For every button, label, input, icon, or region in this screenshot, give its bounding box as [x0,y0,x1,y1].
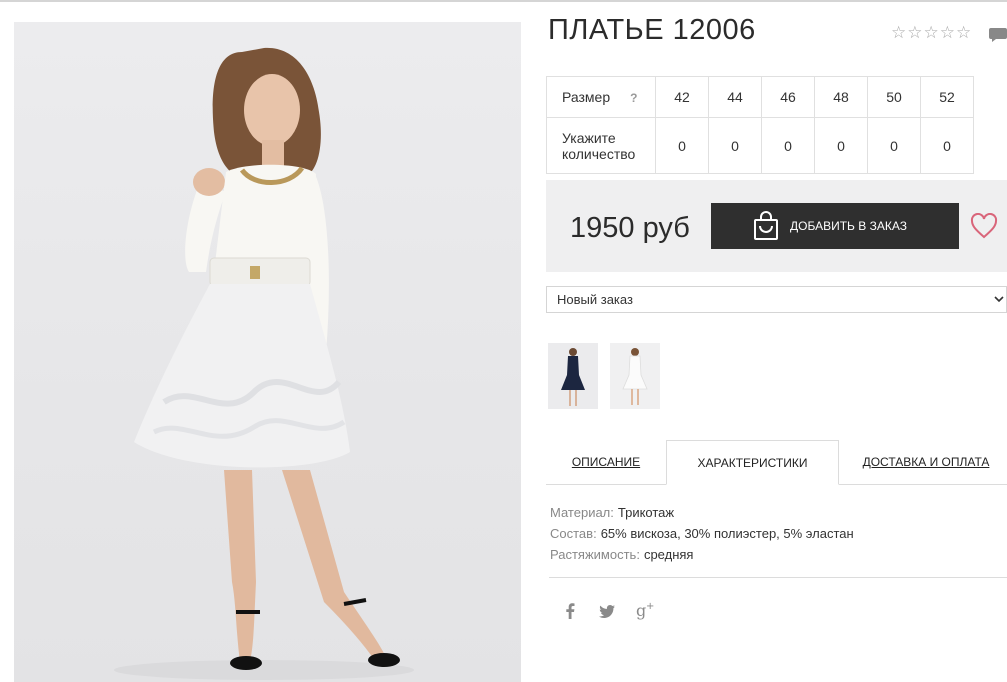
order-select[interactable]: Новый заказ [546,286,1007,313]
quantity-input-44[interactable]: 0 [708,117,762,174]
size-row: Размер? 42 44 46 48 50 52 [546,76,974,118]
product-main-image[interactable] [14,22,521,682]
shopping-bag-icon [754,211,778,240]
product-price: 1950 руб [570,212,690,244]
quantity-input-42[interactable]: 0 [655,117,709,174]
add-to-order-label: ДОБАВИТЬ В ЗАКАЗ [790,219,907,233]
chevron-down-icon [994,289,1004,318]
product-title: ПЛАТЬЕ 12006 [548,14,756,46]
tab-delivery-payment[interactable]: ДОСТАВКА И ОПЛАТА [845,440,1007,484]
size-52: 52 [920,76,974,118]
characteristics-list: Материал: Трикотаж Состав: 65% вискоза, 30… [550,502,854,565]
size-label-cell: Размер? [546,76,656,118]
size-label: Размер [562,89,611,105]
tab-description[interactable]: ОПИСАНИЕ [546,440,666,484]
svg-text:+: + [646,601,654,612]
dress-photo-illustration [114,47,414,680]
google-plus-icon[interactable]: g + [636,600,656,625]
tab-characteristics[interactable]: ХАРАКТЕРИСТИКИ [666,440,839,485]
tab-characteristics-label: ХАРАКТЕРИСТИКИ [697,455,808,470]
quantity-label: Укажите количество [546,117,656,174]
spec-value: средняя [643,547,694,562]
color-thumbnail-navy[interactable] [548,343,598,409]
top-divider [0,0,1007,2]
size-quantity-table: Размер? 42 44 46 48 50 52 Укажите количес… [546,76,974,174]
tab-description-label: ОПИСАНИЕ [571,455,641,469]
star-icon[interactable]: ☆ [924,24,939,41]
svg-text:g: g [636,601,646,620]
spec-row: Материал: Трикотаж [550,502,854,523]
spec-key: Растяжимость: [550,547,640,562]
rating-stars[interactable]: ☆ ☆ ☆ ☆ ☆ [891,24,971,41]
section-divider [549,577,1007,578]
size-46: 46 [761,76,815,118]
quantity-input-50[interactable]: 0 [867,117,921,174]
size-help-icon[interactable]: ? [630,91,637,105]
size-42: 42 [655,76,709,118]
navy-dress-thumbnail-image [561,348,585,406]
tab-delivery-payment-label: ДОСТАВКА И ОПЛАТА [862,455,990,469]
add-to-order-button[interactable]: ДОБАВИТЬ В ЗАКАЗ [711,203,959,249]
white-dress-thumbnail-image [622,348,648,405]
order-select-value: Новый заказ [557,292,633,307]
spec-value: Трикотаж [617,505,675,520]
size-48: 48 [814,76,868,118]
spec-key: Материал: [550,505,614,520]
twitter-icon[interactable] [599,605,615,623]
quantity-row: Укажите количество 0 0 0 0 0 0 [546,117,974,174]
size-50: 50 [867,76,921,118]
star-icon[interactable]: ☆ [907,24,922,41]
wishlist-heart-icon[interactable] [970,212,998,244]
size-44: 44 [708,76,762,118]
quantity-input-48[interactable]: 0 [814,117,868,174]
quantity-input-52[interactable]: 0 [920,117,974,174]
facebook-icon[interactable] [565,602,575,625]
quantity-label-line1: Укажите [562,129,616,146]
color-thumbnail-white[interactable] [610,343,660,409]
spec-key: Состав: [550,526,597,541]
spec-row: Растяжимость: средняя [550,544,854,565]
comment-icon[interactable] [989,27,1007,48]
star-icon[interactable]: ☆ [940,24,955,41]
quantity-input-46[interactable]: 0 [761,117,815,174]
star-icon[interactable]: ☆ [956,24,971,41]
star-icon[interactable]: ☆ [891,24,906,41]
quantity-label-line2: количество [562,145,636,162]
spec-value: 65% вискоза, 30% полиэстер, 5% эластан [600,526,854,541]
spec-row: Состав: 65% вискоза, 30% полиэстер, 5% эл… [550,523,854,544]
price-panel: 1950 руб ДОБАВИТЬ В ЗАКАЗ [546,180,1007,272]
